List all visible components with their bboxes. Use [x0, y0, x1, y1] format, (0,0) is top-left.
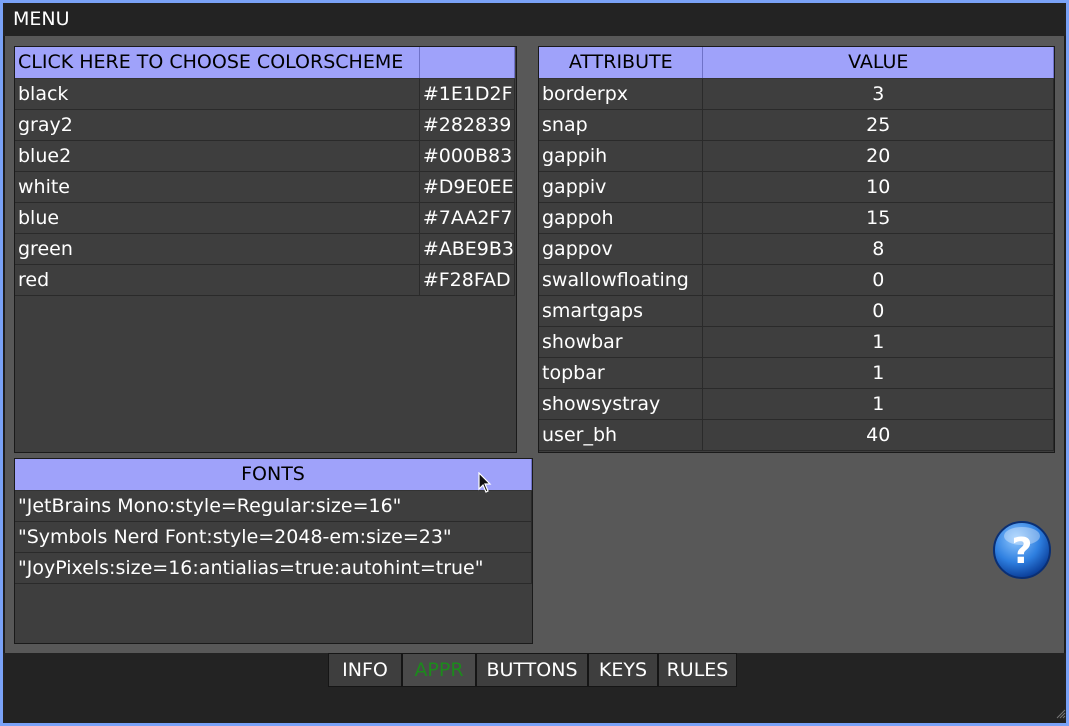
attribute-name: gappov — [539, 233, 704, 265]
color-hex: #F28FAD — [419, 264, 516, 296]
attribute-name: topbar — [539, 357, 704, 389]
fonts-panel: FONTS "JetBrains Mono:style=Regular:size… — [14, 458, 533, 644]
attribute-row[interactable]: snap 25 — [539, 109, 1054, 141]
font-entry[interactable]: "JoyPixels:size=16:antialias=true:autohi… — [15, 552, 532, 584]
svg-text:?: ? — [1012, 531, 1033, 572]
attribute-name: user_bh — [539, 419, 704, 451]
value-column-header: VALUE — [702, 47, 1054, 79]
attribute-name: snap — [539, 109, 704, 141]
attribute-name: swallowfloating — [539, 264, 704, 296]
tab-appr[interactable]: APPR — [402, 653, 476, 687]
attribute-name: gappiv — [539, 171, 704, 203]
tab-buttons[interactable]: BUTTONS — [476, 653, 588, 687]
attribute-row[interactable]: smartgaps 0 — [539, 295, 1054, 327]
font-row[interactable]: "JoyPixels:size=16:antialias=true:autohi… — [15, 552, 532, 584]
color-hex: #1E1D2F — [419, 78, 516, 110]
mouse-cursor-icon — [478, 471, 492, 498]
color-hex: #7AA2F7 — [419, 202, 516, 234]
attribute-row[interactable]: showsystray 1 — [539, 388, 1054, 420]
attribute-value[interactable]: 10 — [702, 171, 1054, 203]
color-row[interactable]: blue2 #000B83 — [15, 140, 516, 172]
attribute-value[interactable]: 15 — [702, 202, 1054, 234]
attribute-value[interactable]: 1 — [702, 388, 1054, 420]
attribute-name: borderpx — [539, 78, 704, 110]
menu-bar[interactable]: MENU — [3, 3, 1066, 36]
attribute-value[interactable]: 1 — [702, 326, 1054, 358]
color-name: red — [15, 264, 420, 296]
attribute-value[interactable]: 1 — [702, 357, 1054, 389]
tab-keys[interactable]: KEYS — [588, 653, 658, 687]
tab-label: BUTTONS — [486, 659, 578, 681]
tab-label: APPR — [414, 659, 464, 681]
attribute-name: gappih — [539, 140, 704, 172]
tab-label: KEYS — [598, 659, 648, 681]
attribute-name: gappoh — [539, 202, 704, 234]
color-name: blue — [15, 202, 420, 234]
color-name: blue2 — [15, 140, 420, 172]
tab-info[interactable]: INFO — [328, 653, 402, 687]
fonts-header: FONTS — [15, 459, 532, 491]
attribute-row[interactable]: gappih 20 — [539, 140, 1054, 172]
color-row[interactable]: green #ABE9B3 — [15, 233, 516, 265]
tab-rules[interactable]: RULES — [658, 653, 737, 687]
color-name: gray2 — [15, 109, 420, 141]
tab-label: RULES — [666, 659, 729, 681]
menu-title[interactable]: MENU — [13, 8, 70, 30]
color-hex: #000B83 — [419, 140, 516, 172]
resize-grip-icon[interactable] — [1056, 704, 1066, 723]
attribute-name: showsystray — [539, 388, 704, 420]
attribute-row[interactable]: user_bh 40 — [539, 419, 1054, 451]
attribute-row[interactable]: swallowfloating 0 — [539, 264, 1054, 296]
color-hex: #D9E0EE — [419, 171, 516, 203]
color-row[interactable]: blue #7AA2F7 — [15, 202, 516, 234]
color-name: white — [15, 171, 420, 203]
font-row[interactable]: "JetBrains Mono:style=Regular:size=16" — [15, 490, 532, 522]
font-entry[interactable]: "Symbols Nerd Font:style=2048-em:size=23… — [15, 521, 532, 553]
colorscheme-table: CLICK HERE TO CHOOSE COLORSCHEME black #… — [15, 47, 516, 296]
font-entry[interactable]: "JetBrains Mono:style=Regular:size=16" — [15, 490, 532, 522]
attribute-column-header: ATTRIBUTE — [539, 47, 704, 79]
attribute-row[interactable]: showbar 1 — [539, 326, 1054, 358]
attribute-value[interactable]: 0 — [702, 295, 1054, 327]
attribute-value[interactable]: 3 — [702, 78, 1054, 110]
fonts-table: FONTS "JetBrains Mono:style=Regular:size… — [15, 459, 532, 584]
attribute-row[interactable]: borderpx 3 — [539, 78, 1054, 110]
colorscheme-panel: CLICK HERE TO CHOOSE COLORSCHEME black #… — [14, 46, 517, 453]
attribute-name: showbar — [539, 326, 704, 358]
color-hex: #282839 — [419, 109, 516, 141]
attribute-row[interactable]: topbar 1 — [539, 357, 1054, 389]
colorscheme-header[interactable]: CLICK HERE TO CHOOSE COLORSCHEME — [15, 47, 420, 79]
color-row[interactable]: black #1E1D2F — [15, 78, 516, 110]
attribute-value[interactable]: 0 — [702, 264, 1054, 296]
tab-bar: INFO APPR BUTTONS KEYS RULES — [3, 653, 1066, 723]
attribute-value[interactable]: 25 — [702, 109, 1054, 141]
attribute-value[interactable]: 40 — [702, 419, 1054, 451]
font-row[interactable]: "Symbols Nerd Font:style=2048-em:size=23… — [15, 521, 532, 553]
color-hex: #ABE9B3 — [419, 233, 516, 265]
attribute-row[interactable]: gappov 8 — [539, 233, 1054, 265]
attributes-table: ATTRIBUTE VALUE borderpx 3 snap 25 gappi… — [539, 47, 1054, 451]
color-row[interactable]: white #D9E0EE — [15, 171, 516, 203]
attribute-value[interactable]: 8 — [702, 233, 1054, 265]
appearance-panel: CLICK HERE TO CHOOSE COLORSCHEME black #… — [5, 36, 1064, 653]
color-row[interactable]: gray2 #282839 — [15, 109, 516, 141]
attribute-name: smartgaps — [539, 295, 704, 327]
attribute-row[interactable]: gappiv 10 — [539, 171, 1054, 203]
tab-label: INFO — [342, 659, 388, 681]
attribute-value[interactable]: 20 — [702, 140, 1054, 172]
attribute-row[interactable]: gappoh 15 — [539, 202, 1054, 234]
color-name: green — [15, 233, 420, 265]
attributes-panel: ATTRIBUTE VALUE borderpx 3 snap 25 gappi… — [538, 46, 1055, 453]
colorscheme-header-spacer — [419, 47, 516, 79]
color-name: black — [15, 78, 420, 110]
help-icon[interactable]: ? — [992, 520, 1052, 580]
color-row[interactable]: red #F28FAD — [15, 264, 516, 296]
app-window: MENU CLICK HERE TO CHOOSE COLORSCHEME bl… — [3, 3, 1066, 723]
